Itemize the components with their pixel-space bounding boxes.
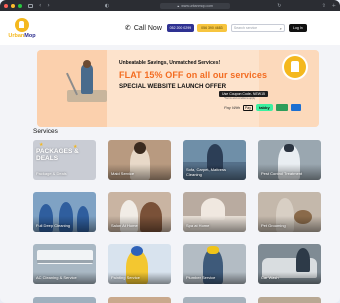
- service-label: Sofa, Carpet, Mattress Cleaning: [186, 167, 227, 177]
- services-heading: Services: [33, 128, 58, 135]
- service-card-car-wash[interactable]: Car Wash: [258, 244, 321, 284]
- service-label: Pest Control Treatment: [261, 171, 303, 176]
- logo-mark-icon: [15, 17, 29, 32]
- promo-special: SPECIAL WEBSITE LAUNCH OFFER: [119, 83, 227, 90]
- service-label: Salon At Home: [111, 223, 138, 228]
- reload-icon[interactable]: ↻: [277, 3, 281, 9]
- tabby-logo: tabby: [256, 104, 273, 111]
- sidebar-toggle-icon[interactable]: [28, 3, 33, 8]
- address-bar[interactable]: 🔒︎ www.urbanmop.com: [160, 2, 231, 9]
- cleaner-illustration: [66, 60, 107, 102]
- search-input[interactable]: [233, 26, 274, 30]
- service-card-ac[interactable]: AC Cleaning & Service: [33, 244, 96, 284]
- new-tab-icon[interactable]: +: [332, 3, 336, 9]
- back-arrow-icon[interactable]: ‹: [39, 2, 41, 9]
- forward-arrow-icon[interactable]: ›: [47, 2, 49, 9]
- close-window-button[interactable]: [4, 3, 8, 8]
- service-card-partial[interactable]: [183, 297, 246, 303]
- service-card-pet-grooming[interactable]: Pet Grooming: [258, 192, 321, 232]
- service-card-sofa[interactable]: Sofa, Carpet, Mattress Cleaning: [183, 140, 246, 180]
- minimize-window-button[interactable]: [11, 3, 15, 8]
- search-box: ⌕: [230, 24, 285, 32]
- maximize-window-button[interactable]: [18, 3, 22, 8]
- apple-pay-logo: Pay: [242, 104, 253, 111]
- service-label: AC Cleaning & Service: [36, 275, 77, 280]
- login-button[interactable]: Log In: [288, 24, 307, 32]
- share-icon[interactable]: ⇧: [322, 3, 326, 9]
- call-now[interactable]: ✆ Call Now: [125, 24, 162, 32]
- service-label: Pet Grooming: [261, 223, 286, 228]
- whatsapp-number-button[interactable]: 056 390 4683: [196, 24, 227, 32]
- browser-window: ‹ › ◐ 🔒︎ www.urbanmop.com ↻ ⇧ + UrbanMop…: [0, 0, 340, 303]
- payment-card-icon: [290, 104, 301, 111]
- phone-number-button[interactable]: 052 200 0299: [166, 24, 194, 32]
- privacy-shield-icon[interactable]: ◐: [105, 3, 109, 9]
- service-card-spa[interactable]: Spa at Home: [183, 192, 246, 232]
- payment-card-icon: [275, 104, 288, 111]
- service-card-packages[interactable]: ★ ★ PACKAGES & DEALS Package & Deals: [33, 140, 96, 180]
- service-label: Full Deep Cleaning: [36, 223, 71, 228]
- service-card-plumber[interactable]: Plumber Service: [183, 244, 246, 284]
- browser-toolbar: ‹ › ◐ 🔒︎ www.urbanmop.com ↻ ⇧ +: [0, 0, 340, 11]
- pay-with-label: Pay With: [224, 105, 240, 110]
- service-card-maid[interactable]: Maid Service: [108, 140, 171, 180]
- phone-icon: ✆: [125, 24, 131, 32]
- logo-wordmark: UrbanMop: [8, 32, 36, 39]
- packages-headline: PACKAGES & DEALS: [36, 148, 79, 162]
- lock-icon: 🔒︎: [177, 3, 180, 8]
- payment-methods: Pay With Pay tabby: [224, 104, 301, 111]
- service-card-painting[interactable]: Painting Service: [108, 244, 171, 284]
- promo-banner[interactable]: Unbeatable Savings, Unmatched Services! …: [37, 50, 319, 127]
- promo-tagline: Unbeatable Savings, Unmatched Services!: [119, 60, 221, 66]
- site-header: UrbanMop ✆ Call Now 052 200 0299 056 390…: [0, 11, 340, 45]
- service-card-deep-cleaning[interactable]: Full Deep Cleaning: [33, 192, 96, 232]
- call-now-label: Call Now: [133, 24, 162, 32]
- service-card-partial[interactable]: [258, 297, 321, 303]
- site-logo[interactable]: UrbanMop: [8, 17, 36, 39]
- service-label: Spa at Home: [186, 223, 210, 228]
- services-next-row: [33, 297, 321, 303]
- service-label: Car Wash: [261, 275, 279, 280]
- coupon-terms: *Terms and conditions apply: [224, 97, 256, 100]
- search-icon[interactable]: ⌕: [280, 26, 282, 31]
- promo-discount: FLAT 15% OFF on all our services: [119, 70, 268, 80]
- service-label: Maid Service: [111, 171, 135, 176]
- service-label: Painting Service: [111, 275, 140, 280]
- service-label: Plumber Service: [186, 275, 216, 280]
- service-card-partial[interactable]: [108, 297, 171, 303]
- address-bar-url: www.urbanmop.com: [181, 3, 213, 8]
- service-card-pest-control[interactable]: Pest Control Treatment: [258, 140, 321, 180]
- browser-actions: ⇧ +: [322, 3, 336, 9]
- brand-badge-icon: [284, 56, 306, 78]
- service-card-salon[interactable]: Salon At Home: [108, 192, 171, 232]
- service-label: Package & Deals: [36, 171, 67, 176]
- service-card-partial[interactable]: [33, 297, 96, 303]
- promo-text: Unbeatable Savings, Unmatched Services! …: [119, 60, 284, 90]
